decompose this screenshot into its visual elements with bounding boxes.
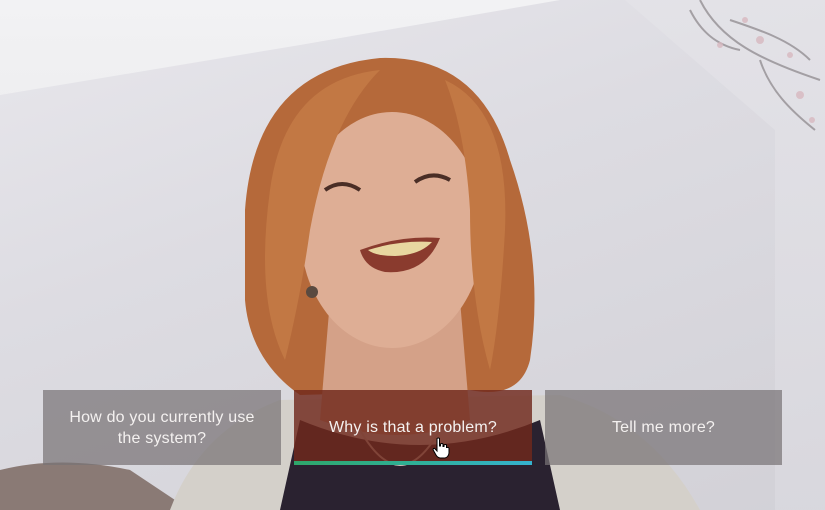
video-feed: How do you currently use the system? Why… xyxy=(0,0,825,510)
option-label: Why is that a problem? xyxy=(328,419,498,436)
question-options: How do you currently use the system? Why… xyxy=(43,390,782,465)
option-why-problem[interactable]: Why is that a problem? xyxy=(294,390,532,465)
option-current-use[interactable]: How do you currently use the system? xyxy=(43,390,281,465)
selection-progress-bar xyxy=(294,461,532,465)
option-label: How do you currently use the system? xyxy=(69,408,255,447)
option-tell-more[interactable]: Tell me more? xyxy=(545,390,782,465)
hand-pointer-icon xyxy=(432,437,450,459)
branch-decoration xyxy=(689,0,821,131)
option-label: Tell me more? xyxy=(611,419,716,436)
